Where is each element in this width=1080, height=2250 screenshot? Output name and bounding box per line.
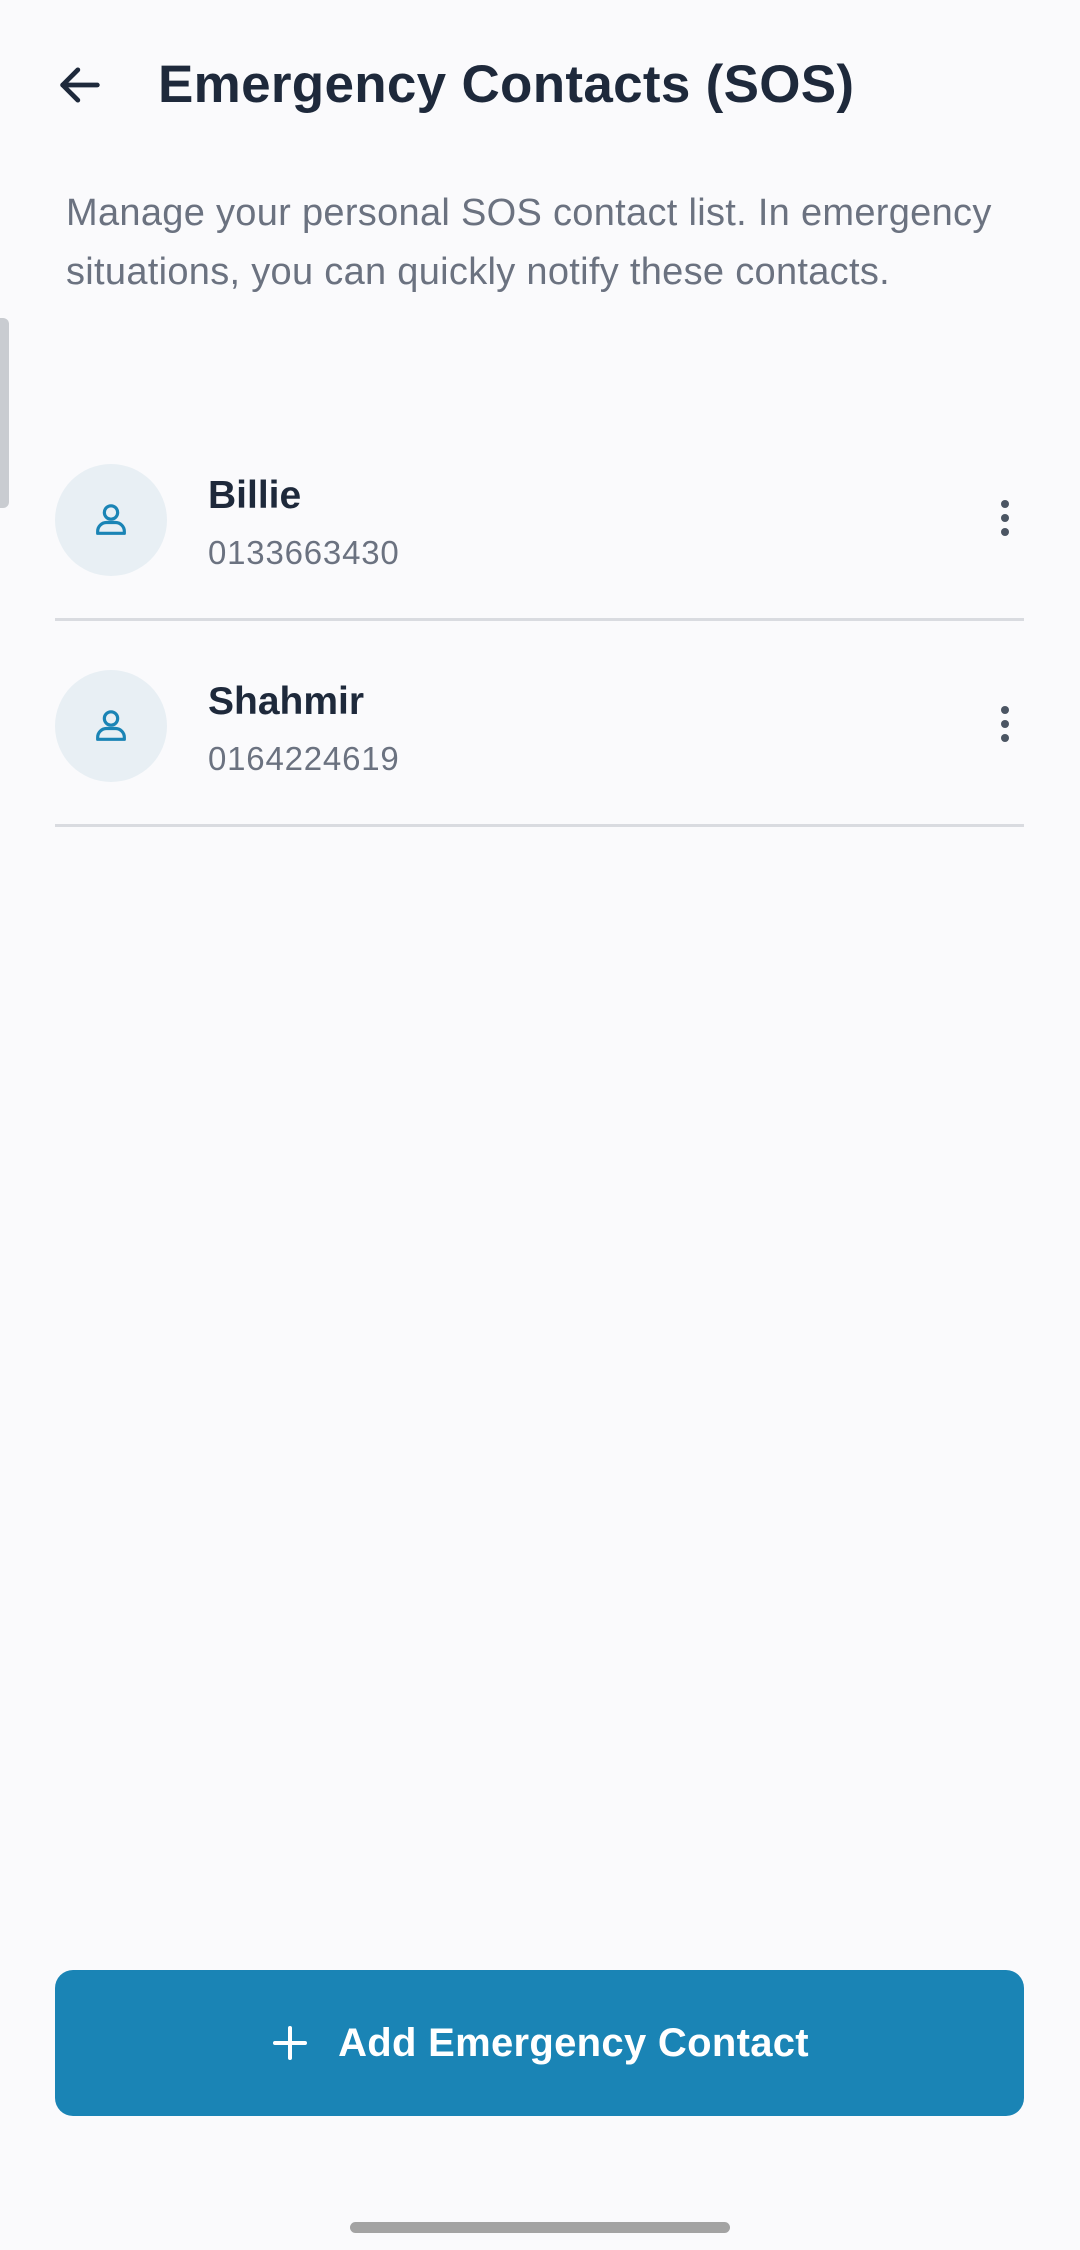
- contact-name: Billie: [208, 474, 302, 517]
- contact-list: Billie 0133663430 Shahmir 0164224619: [55, 415, 1024, 827]
- more-vertical-icon: [1001, 706, 1009, 742]
- emergency-contacts-screen: Emergency Contacts (SOS) Manage your per…: [0, 0, 1080, 2250]
- home-indicator[interactable]: [350, 2222, 730, 2233]
- contact-menu-button[interactable]: [975, 689, 1035, 759]
- plus-icon: [273, 2026, 308, 2060]
- contact-row[interactable]: Shahmir 0164224619: [55, 621, 1024, 827]
- contact-menu-button[interactable]: [975, 483, 1035, 553]
- avatar: [55, 670, 167, 782]
- back-button[interactable]: [40, 40, 120, 130]
- contact-name: Shahmir: [208, 680, 365, 723]
- arrow-left-icon: [60, 67, 100, 103]
- contact-row[interactable]: Billie 0133663430: [55, 415, 1024, 621]
- person-icon: [96, 504, 126, 535]
- page-description: Manage your personal SOS contact list. I…: [66, 192, 992, 293]
- edge-panel-handle[interactable]: [0, 318, 9, 508]
- person-icon: [96, 710, 126, 741]
- add-button-label: Add Emergency Contact: [338, 2020, 809, 2065]
- more-vertical-icon: [1001, 500, 1009, 536]
- avatar: [55, 464, 167, 576]
- page-title: Emergency Contacts (SOS): [158, 55, 855, 114]
- contact-phone: 0164224619: [208, 740, 400, 777]
- contact-phone: 0133663430: [208, 534, 400, 571]
- add-emergency-contact-button[interactable]: Add Emergency Contact: [55, 1970, 1024, 2116]
